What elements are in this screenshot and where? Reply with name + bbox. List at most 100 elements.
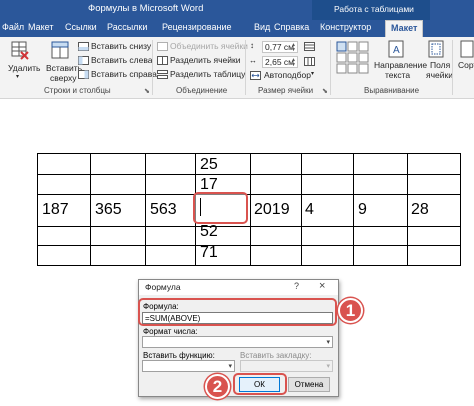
- spin-arrows-icon[interactable]: ▲ ▼: [291, 43, 296, 53]
- table-cell[interactable]: [145, 153, 196, 175]
- table-cell[interactable]: [37, 174, 91, 195]
- cell-margins-label-1[interactable]: Поля: [430, 60, 450, 70]
- paste-bookmark-select[interactable]: ▾: [240, 360, 333, 372]
- split-table-icon: [157, 70, 168, 79]
- cell-margins-label-2[interactable]: ячейки: [426, 70, 453, 80]
- context-tab-group-label: Работа с таблицами: [334, 4, 414, 14]
- dialog-launcher-icon[interactable]: ⬊: [144, 87, 150, 95]
- column-width-value: 2,65 см: [265, 57, 294, 67]
- chevron-down-icon[interactable]: ▾: [228, 362, 232, 370]
- row-height-input[interactable]: 0,77 см ▲ ▼: [262, 41, 298, 53]
- table-cell[interactable]: [250, 226, 302, 246]
- insert-above-icon[interactable]: [50, 40, 70, 60]
- document-title: Формулы в Microsoft Word: [88, 3, 204, 14]
- svg-text:A: A: [393, 45, 400, 56]
- split-cells-icon: [157, 56, 168, 65]
- table-row: [37, 245, 461, 266]
- text-cursor: [200, 198, 201, 216]
- text-direction-label-1[interactable]: Направление: [374, 60, 427, 70]
- close-icon[interactable]: ×: [319, 280, 325, 292]
- split-table-button[interactable]: Разделить таблицу: [170, 69, 245, 79]
- chevron-down-icon[interactable]: ▾: [326, 338, 330, 346]
- table-cell[interactable]: [301, 153, 354, 175]
- chevron-down-icon: ▾: [311, 71, 315, 77]
- insert-below-button[interactable]: Вставить снизу: [91, 41, 151, 51]
- table-cell[interactable]: [407, 226, 461, 246]
- title-bar: Формулы в Microsoft Word Работа с таблиц…: [0, 0, 474, 20]
- tab-table-layout[interactable]: Макет: [385, 20, 424, 37]
- table-cell[interactable]: [90, 245, 146, 266]
- cell-value: 187: [42, 201, 69, 218]
- help-icon[interactable]: ?: [294, 281, 299, 291]
- group-label-rows-columns: Строки и столбцы: [44, 86, 111, 95]
- ribbon-tabs: Файл Макет Ссылки Рассылки Рецензировани…: [0, 20, 474, 37]
- paste-function-select[interactable]: ▾: [142, 360, 235, 372]
- tab-file[interactable]: Файл: [2, 22, 24, 32]
- table-cell[interactable]: [407, 174, 461, 195]
- group-separator: [330, 40, 331, 95]
- ribbon: Удалить ▾ Вставить сверху Вставить снизу…: [0, 37, 474, 99]
- table-cell[interactable]: [90, 153, 146, 175]
- table-cell[interactable]: [250, 174, 302, 195]
- distribute-columns-icon[interactable]: [304, 57, 315, 66]
- sort-button-label[interactable]: Сорти: [458, 60, 474, 70]
- table-cell[interactable]: [353, 174, 408, 195]
- table-cell[interactable]: [353, 245, 408, 266]
- active-cell-highlight[interactable]: [193, 192, 248, 224]
- table-cell[interactable]: [145, 245, 196, 266]
- number-format-label: Формат числа:: [143, 327, 198, 336]
- distribute-rows-icon[interactable]: [304, 42, 315, 51]
- row-height-value: 0,77 см: [265, 42, 294, 52]
- autofit-button[interactable]: Автоподбор: [264, 70, 311, 80]
- cell-alignment-icon[interactable]: [336, 41, 370, 75]
- table-cell[interactable]: [301, 245, 354, 266]
- table-cell[interactable]: [250, 153, 302, 175]
- number-format-select[interactable]: ▾: [142, 336, 333, 348]
- merge-cells-button[interactable]: Объединить ячейки: [170, 41, 248, 51]
- insert-right-icon: [78, 70, 89, 79]
- tab-review[interactable]: Рецензирование: [162, 22, 232, 32]
- table-cell[interactable]: [37, 245, 91, 266]
- tab-view[interactable]: Вид: [254, 22, 270, 32]
- table-cell[interactable]: [145, 174, 196, 195]
- table-cell[interactable]: [301, 174, 354, 195]
- table-cell[interactable]: [353, 226, 408, 246]
- tab-help[interactable]: Справка: [274, 22, 309, 32]
- tab-references[interactable]: Ссылки: [65, 22, 97, 32]
- tab-mailings[interactable]: Рассылки: [107, 22, 147, 32]
- cell-value: 2019: [254, 201, 290, 218]
- sort-icon[interactable]: [460, 40, 474, 58]
- table-cell[interactable]: [301, 226, 354, 246]
- table-cell[interactable]: [250, 245, 302, 266]
- table-cell[interactable]: [407, 245, 461, 266]
- group-label-merge: Объединение: [176, 86, 228, 95]
- tab-layout[interactable]: Макет: [28, 22, 53, 32]
- insert-above-label-1[interactable]: Вставить: [46, 63, 82, 73]
- table-cell[interactable]: [145, 226, 196, 246]
- column-width-icon: ↔: [249, 56, 257, 65]
- delete-button-label[interactable]: Удалить: [8, 63, 40, 73]
- insert-above-label-2[interactable]: сверху: [50, 73, 77, 83]
- group-label-alignment: Выравнивание: [364, 86, 420, 95]
- split-cells-button[interactable]: Разделить ячейки: [170, 55, 241, 65]
- insert-left-button[interactable]: Вставить слева: [91, 55, 152, 65]
- table-cell[interactable]: [37, 153, 91, 175]
- spin-arrows-icon[interactable]: ▲ ▼: [291, 58, 296, 68]
- text-direction-label-2[interactable]: текста: [385, 70, 410, 80]
- table-cell[interactable]: [37, 226, 91, 246]
- cancel-button[interactable]: Отмена: [288, 377, 330, 392]
- table-cell[interactable]: [90, 226, 146, 246]
- cell-margins-icon[interactable]: [428, 40, 444, 58]
- chevron-down-icon[interactable]: ▾: [326, 362, 330, 370]
- table-cell[interactable]: [353, 153, 408, 175]
- table-cell[interactable]: [407, 153, 461, 175]
- text-direction-icon[interactable]: A: [388, 40, 404, 58]
- dialog-launcher-icon[interactable]: ⬊: [322, 87, 328, 95]
- cell-value: 365: [95, 201, 122, 218]
- cell-value: 9: [358, 201, 367, 218]
- table-cell[interactable]: [90, 174, 146, 195]
- insert-right-button[interactable]: Вставить справа: [91, 69, 157, 79]
- column-width-input[interactable]: 2,65 см ▲ ▼: [262, 56, 298, 68]
- tab-table-design[interactable]: Конструктор: [320, 22, 371, 32]
- delete-table-icon[interactable]: [10, 40, 30, 60]
